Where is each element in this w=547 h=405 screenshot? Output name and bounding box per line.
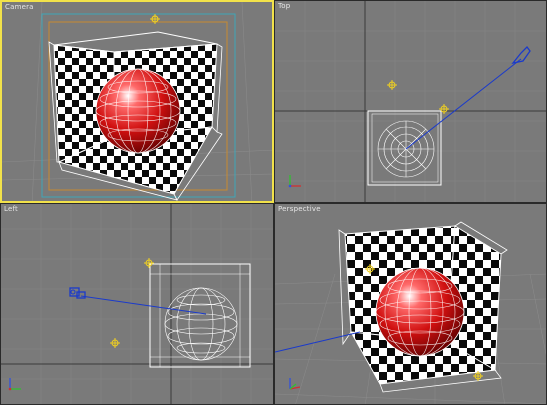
perspective-viewport-canvas (275, 221, 546, 404)
viewport-label-perspective[interactable]: Perspective (278, 205, 321, 213)
top-viewport-canvas (275, 1, 546, 202)
axis-tripod-icon (289, 378, 301, 390)
viewport-camera[interactable]: Camera (0, 0, 274, 203)
viewport-label-camera[interactable]: Camera (5, 3, 34, 11)
left-viewport-canvas (1, 204, 273, 404)
viewport-left[interactable]: Left (0, 203, 274, 405)
viewport-layout: Camera Top Left Perspective (0, 0, 547, 405)
sphere-object[interactable] (375, 267, 465, 357)
viewport-label-left[interactable]: Left (4, 205, 18, 213)
viewport-label-top[interactable]: Top (278, 2, 290, 10)
sphere-object[interactable] (95, 68, 181, 154)
axis-tripod-icon (8, 378, 21, 391)
omni-light-icon[interactable] (144, 258, 154, 268)
camera-target-icon[interactable] (110, 338, 120, 348)
camera-icon[interactable] (511, 46, 531, 64)
axis-tripod-icon (288, 175, 301, 188)
viewport-top[interactable]: Top (274, 0, 547, 203)
camera-viewport-canvas (2, 2, 272, 201)
omni-light-icon[interactable] (387, 80, 397, 90)
viewport-perspective[interactable]: Perspective (274, 203, 547, 405)
